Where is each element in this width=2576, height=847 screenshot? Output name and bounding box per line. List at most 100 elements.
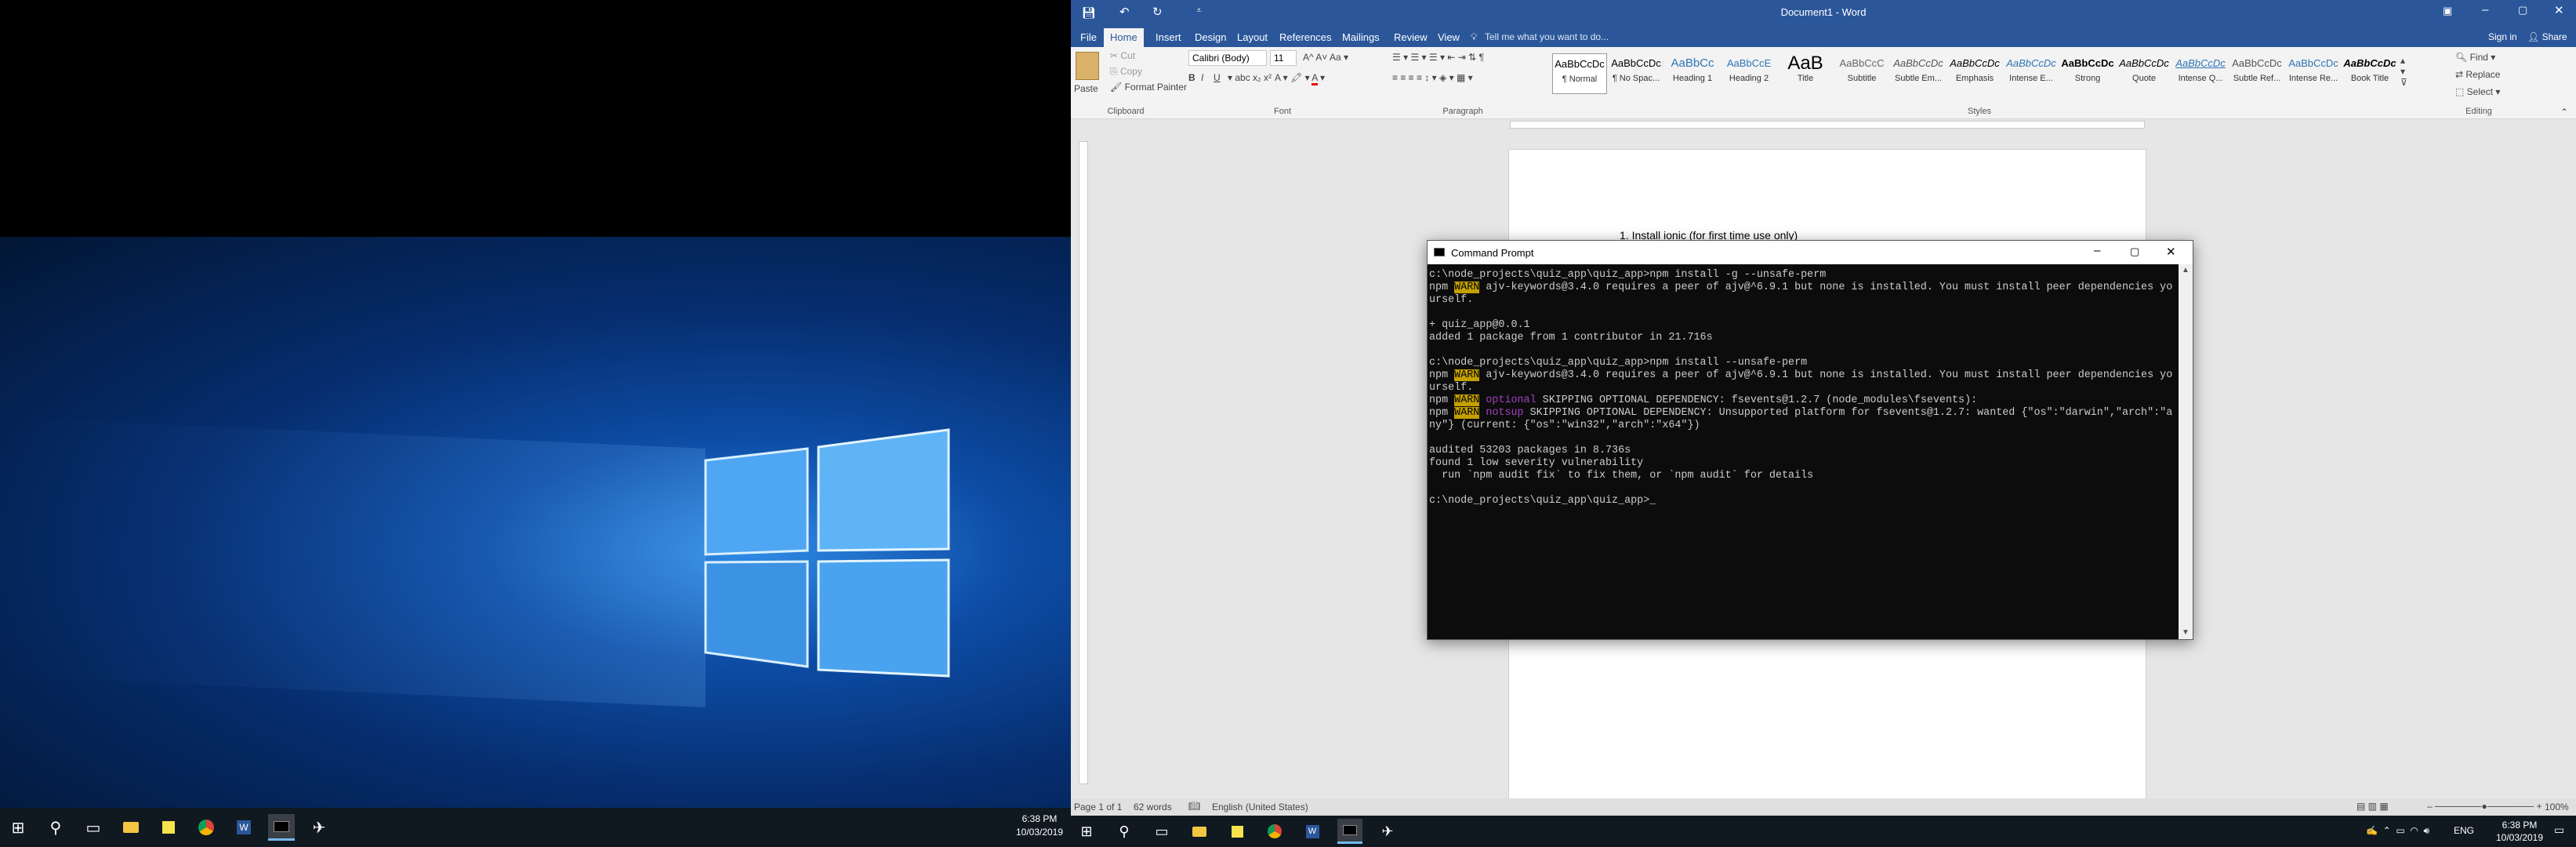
- close-button[interactable]: ✕: [2554, 3, 2564, 17]
- bold-button[interactable]: B: [1188, 72, 1195, 83]
- tab-references[interactable]: References: [1273, 28, 1337, 47]
- cut-button[interactable]: ✂ Cut: [1110, 50, 1135, 61]
- text-effects-icon[interactable]: A ▾ 🖍︎ ▾ A ▾: [1275, 72, 1325, 85]
- ribbon-display-icon[interactable]: ▣: [2443, 5, 2452, 17]
- style-title[interactable]: AaB Title: [1778, 53, 1833, 94]
- select-label: Select: [2466, 86, 2494, 97]
- tab-file[interactable]: File: [1074, 28, 1103, 47]
- cmd-titlebar[interactable]: Command Prompt – ▢ ✕: [1428, 241, 2193, 264]
- grow-font-icon[interactable]: A^ A˅ Aa ▾: [1303, 52, 1348, 63]
- tray-icons[interactable]: ✍ ⌃ ▭ ◠ 🔊︎: [2366, 825, 2429, 837]
- italic-button[interactable]: I: [1201, 72, 1203, 83]
- style-strong[interactable]: AaBbCcDc Strong: [2060, 53, 2115, 94]
- cmd-output[interactable]: c:\node_projects\quiz_app\quiz_app>npm i…: [1428, 264, 2179, 639]
- file-explorer-icon[interactable]: [1187, 819, 1212, 844]
- fiddler-icon[interactable]: ✈: [1375, 819, 1400, 844]
- clock-right[interactable]: 6:38 PM 10/03/2019: [2491, 819, 2548, 844]
- underline-button[interactable]: U: [1214, 72, 1221, 83]
- file-explorer-icon[interactable]: [118, 814, 144, 841]
- chrome-icon[interactable]: [1262, 819, 1287, 844]
- zoom-level[interactable]: 100%: [2545, 802, 2569, 812]
- cmd-line-text: audited 53203 packages in 8.736s: [1429, 445, 1631, 456]
- tab-mailings[interactable]: Mailings: [1336, 28, 1386, 47]
- language-status[interactable]: English (United States): [1212, 802, 1308, 812]
- replace-button[interactable]: ⇄ Replace: [2455, 69, 2500, 80]
- proofing-icon[interactable]: 📖︎: [1188, 801, 1200, 812]
- styles-more-icon[interactable]: ▴ ▾ ⊽: [2400, 55, 2407, 88]
- style-subtitle[interactable]: AaBbCcC Subtitle: [1834, 53, 1889, 94]
- minimize-button[interactable]: –: [2482, 3, 2488, 16]
- word-count[interactable]: 62 words: [1134, 802, 1172, 812]
- command-prompt-icon[interactable]: [268, 814, 295, 841]
- search-icon[interactable]: ⚲: [1112, 819, 1137, 844]
- cmd-minimize-button[interactable]: –: [2094, 244, 2100, 257]
- style-heading-1[interactable]: AaBbCc Heading 1: [1665, 53, 1720, 94]
- format-painter-button[interactable]: 🖌︎ Format Painter: [1110, 82, 1187, 93]
- font-name-select[interactable]: Calibri (Body): [1188, 50, 1267, 66]
- tell-me-box[interactable]: Tell me what you want to do...: [1485, 31, 1609, 42]
- style-intense-quote[interactable]: AaBbCcDc Intense Q...: [2173, 53, 2228, 94]
- style-heading-2[interactable]: AaBbCcE Heading 2: [1722, 53, 1776, 94]
- word-icon[interactable]: W: [1300, 819, 1325, 844]
- style-name: Subtitle: [1847, 74, 1877, 83]
- style-emphasis[interactable]: AaBbCcDc Emphasis: [1947, 53, 2002, 94]
- style-normal[interactable]: AaBbCcDc ¶ Normal: [1552, 53, 1607, 94]
- style-sample: AaBbCcDc: [2119, 57, 2169, 69]
- ruler-scale[interactable]: [1510, 121, 2145, 129]
- cmd-maximize-button[interactable]: ▢: [2130, 245, 2139, 258]
- input-language[interactable]: ENG: [2454, 825, 2474, 836]
- paste-label[interactable]: Paste: [1074, 83, 1098, 94]
- command-prompt-icon[interactable]: [1337, 819, 1362, 844]
- style-sample: AaBbCcDc: [2061, 57, 2114, 69]
- font-effects-icons[interactable]: ▾ abc x₂ x²: [1228, 72, 1272, 83]
- tab-layout[interactable]: Layout: [1231, 28, 1274, 47]
- font-size-select[interactable]: 11: [1270, 50, 1297, 66]
- alignment-buttons[interactable]: ≡ ≡ ≡ ≡ ↕ ▾ ◈ ▾ ▦ ▾: [1392, 72, 1473, 83]
- word-icon[interactable]: W: [230, 814, 257, 841]
- style-sample: AaBbCcDc: [2232, 57, 2282, 69]
- sign-in-link[interactable]: Sign in: [2488, 31, 2517, 42]
- scroll-up-icon[interactable]: ▲: [2182, 266, 2190, 274]
- share-button[interactable]: 👤︎ Share: [2527, 31, 2567, 42]
- collapse-ribbon-icon[interactable]: ⌃: [2560, 107, 2568, 118]
- copy-button[interactable]: ⎘ Copy: [1110, 66, 1142, 78]
- paste-icon[interactable]: [1076, 52, 1099, 80]
- start-icon[interactable]: ⊞: [5, 814, 31, 841]
- clock-left[interactable]: 6:38 PM 10/03/2019: [1011, 812, 1068, 839]
- style-quote[interactable]: AaBbCcDc Quote: [2117, 53, 2171, 94]
- task-view-icon[interactable]: ▭: [1149, 819, 1174, 844]
- page-count[interactable]: Page 1 of 1: [1074, 802, 1122, 812]
- taskbar-left: ⊞ ⚲ ▭ W ✈ 6:38 PM 10/03/2019: [0, 808, 1071, 847]
- find-button[interactable]: 🔍︎ Find ▾: [2455, 52, 2495, 63]
- scroll-down-icon[interactable]: ▼: [2182, 628, 2190, 637]
- list-buttons[interactable]: ☰ ▾ ☰ ▾ ☰ ▾ ⇤ ⇥ ⇅ ¶: [1392, 52, 1484, 63]
- tab-review[interactable]: Review: [1388, 28, 1434, 47]
- tab-design[interactable]: Design: [1188, 28, 1232, 47]
- style-intense-emphasis[interactable]: AaBbCcDc Intense E...: [2004, 53, 2059, 94]
- style-subtle-reference[interactable]: AaBbCcDc Subtle Ref...: [2230, 53, 2284, 94]
- zoom-slider[interactable]: – ───────●─────── +: [2427, 801, 2542, 812]
- maximize-button[interactable]: ▢: [2518, 4, 2527, 16]
- tab-view[interactable]: View: [1431, 28, 1466, 47]
- fiddler-icon[interactable]: ✈: [306, 814, 332, 841]
- sticky-notes-icon[interactable]: [155, 814, 182, 841]
- command-prompt-window[interactable]: Command Prompt – ▢ ✕ c:\node_projects\qu…: [1427, 240, 2193, 640]
- style-sample: AaBbCcDc: [2288, 57, 2338, 69]
- style-intense-reference[interactable]: AaBbCcDc Intense Re...: [2286, 53, 2341, 94]
- start-icon[interactable]: ⊞: [1074, 819, 1099, 844]
- action-center-icon[interactable]: ▭: [2554, 823, 2564, 837]
- style-book-title[interactable]: AaBbCcDc Book Title: [2342, 53, 2397, 94]
- task-view-icon[interactable]: ▭: [80, 814, 107, 841]
- chrome-icon[interactable]: [193, 814, 220, 841]
- style-subtle-emphasis[interactable]: AaBbCcDc Subtle Em...: [1891, 53, 1946, 94]
- sticky-notes-icon[interactable]: [1225, 819, 1250, 844]
- font-group-label: Font: [1273, 107, 1291, 116]
- cmd-close-button[interactable]: ✕: [2166, 245, 2176, 259]
- cmd-scrollbar[interactable]: ▲ ▼: [2179, 264, 2193, 639]
- tab-insert[interactable]: Insert: [1149, 28, 1188, 47]
- view-mode-icons[interactable]: ▤ ▥ ▦: [2356, 801, 2389, 812]
- search-icon[interactable]: ⚲: [42, 814, 69, 841]
- select-button[interactable]: ⬚ Select ▾: [2455, 86, 2500, 97]
- style-no-spacing[interactable]: AaBbCcDc ¶ No Spac...: [1609, 53, 1664, 94]
- tab-home[interactable]: Home: [1104, 28, 1144, 47]
